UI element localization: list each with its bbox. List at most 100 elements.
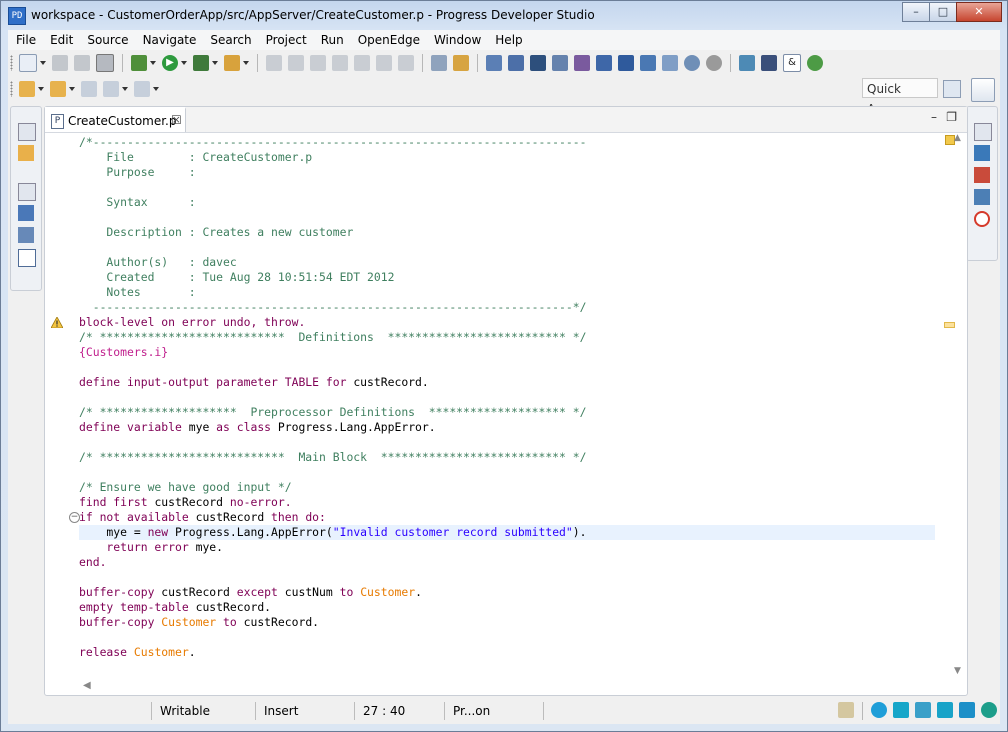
hierarchy-icon[interactable] [18, 227, 34, 243]
ampersand-icon[interactable]: & [783, 54, 801, 72]
code-line[interactable]: mye = new Progress.Lang.AppError("Invali… [79, 525, 935, 540]
compare-icon[interactable] [596, 55, 612, 71]
horizontal-scrollbar[interactable]: ◀ [79, 679, 935, 693]
save-icon[interactable] [52, 55, 68, 71]
menu-run[interactable]: Run [314, 30, 351, 50]
code-editor[interactable]: /*--------------------------------------… [79, 133, 939, 678]
run-dropdown-icon[interactable] [181, 61, 187, 65]
code-line[interactable]: /* *************************** Definitio… [79, 330, 586, 345]
sparkle-icon[interactable] [893, 702, 909, 718]
console-icon[interactable] [530, 55, 546, 71]
refactor-icon[interactable] [453, 55, 469, 71]
folder-icon[interactable] [959, 702, 975, 718]
menu-search[interactable]: Search [203, 30, 258, 50]
scroll-up-icon[interactable]: ▲ [954, 133, 961, 143]
server-status-icon[interactable] [838, 702, 854, 718]
back-icon[interactable] [103, 81, 119, 97]
toolbar-grip[interactable] [10, 81, 13, 97]
project-explorer-icon[interactable] [18, 145, 34, 161]
step-over-icon[interactable] [376, 55, 392, 71]
next-annotation-dropdown-icon[interactable] [38, 87, 44, 91]
code-line[interactable]: empty temp-table custRecord. [79, 600, 271, 615]
warning-icon[interactable] [50, 316, 64, 329]
vertical-scrollbar[interactable]: ▲ ▼ [953, 133, 963, 676]
code-line[interactable]: {Customers.i} [79, 345, 168, 360]
database-search-icon[interactable] [706, 55, 722, 71]
next-annotation-icon[interactable] [19, 81, 35, 97]
new-icon[interactable] [19, 54, 37, 72]
menu-openedge[interactable]: OpenEdge [351, 30, 427, 50]
menu-edit[interactable]: Edit [43, 30, 80, 50]
back-dropdown-icon[interactable] [122, 87, 128, 91]
code-line[interactable]: buffer-copy Customer to custRecord. [79, 615, 319, 630]
code-line[interactable]: ----------------------------------------… [79, 300, 587, 315]
format-icon[interactable] [431, 55, 447, 71]
code-line[interactable]: define variable mye as class Progress.La… [79, 420, 436, 435]
grid-icon[interactable] [486, 55, 502, 71]
close-button[interactable]: ✕ [956, 2, 1002, 22]
error-log-icon[interactable] [974, 211, 990, 227]
restore-icon[interactable] [974, 123, 992, 141]
zoom-icon[interactable] [662, 55, 678, 71]
problems-icon[interactable] [974, 167, 990, 183]
external-tools-icon[interactable] [193, 55, 209, 71]
properties-icon[interactable] [18, 249, 36, 267]
quick-access-field[interactable]: Quick Access [862, 78, 938, 116]
layout-icon[interactable] [552, 55, 568, 71]
save-all-icon[interactable] [74, 55, 90, 71]
forward-dropdown-icon[interactable] [153, 87, 159, 91]
restore-icon[interactable] [18, 183, 36, 201]
code-line[interactable]: Created : Tue Aug 28 10:51:54 EDT 2012 [79, 270, 394, 285]
minimize-editor-icon[interactable]: – [931, 110, 937, 124]
database-icon[interactable] [739, 55, 755, 71]
suspend-icon[interactable] [288, 55, 304, 71]
step-return-icon[interactable] [398, 55, 414, 71]
maximize-editor-icon[interactable]: ❐ [946, 110, 957, 124]
code-line[interactable]: buffer-copy custRecord except custNum to… [79, 585, 422, 600]
menu-source[interactable]: Source [80, 30, 135, 50]
code-line[interactable]: return error mye. [79, 540, 223, 555]
print-icon[interactable] [96, 54, 114, 72]
pen-icon[interactable] [761, 55, 777, 71]
eye-icon[interactable] [871, 702, 887, 718]
code-line[interactable]: end. [79, 555, 106, 570]
previous-annotation-dropdown-icon[interactable] [69, 87, 75, 91]
structure-icon[interactable] [640, 55, 656, 71]
globe-icon[interactable] [684, 55, 700, 71]
outline-icon[interactable] [18, 205, 34, 221]
previous-annotation-icon[interactable] [50, 81, 66, 97]
symbol-icon[interactable] [618, 55, 634, 71]
status-progress[interactable]: Pr...on [444, 702, 544, 720]
wizard-icon[interactable] [224, 55, 240, 71]
menu-file[interactable]: File [8, 30, 43, 50]
presentation-icon[interactable] [937, 702, 953, 718]
menu-help[interactable]: Help [488, 30, 529, 50]
forward-icon[interactable] [134, 81, 150, 97]
terminate-icon[interactable] [310, 55, 326, 71]
last-edit-icon[interactable] [81, 81, 97, 97]
wizard-dropdown-icon[interactable] [243, 61, 249, 65]
globe-icon[interactable] [981, 702, 997, 718]
menu-navigate[interactable]: Navigate [136, 30, 204, 50]
code-line[interactable]: Description : Creates a new customer [79, 225, 353, 240]
code-line[interactable]: /*--------------------------------------… [79, 135, 586, 150]
chart-icon[interactable] [915, 702, 931, 718]
debug-dropdown-icon[interactable] [150, 61, 156, 65]
web-icon[interactable] [807, 55, 823, 71]
tasks-icon[interactable] [974, 189, 990, 205]
disconnect-icon[interactable] [332, 55, 348, 71]
code-line[interactable]: define input-output parameter TABLE for … [79, 375, 429, 390]
openedge-perspective-icon[interactable] [971, 78, 995, 102]
restore-icon[interactable] [18, 123, 36, 141]
new-dropdown-icon[interactable] [40, 61, 46, 65]
scroll-down-icon[interactable]: ▼ [954, 666, 961, 676]
server-icon[interactable] [974, 145, 990, 161]
code-line[interactable]: Author(s) : davec [79, 255, 236, 270]
maximize-button[interactable]: □ [929, 2, 957, 22]
resume-icon[interactable] [266, 55, 282, 71]
code-line[interactable]: find first custRecord no-error. [79, 495, 292, 510]
title-bar[interactable]: PD workspace - CustomerOrderApp/src/AppS… [1, 1, 1007, 29]
code-line[interactable]: block-level on error undo, throw. [79, 315, 305, 330]
scroll-left-icon[interactable]: ◀ [83, 680, 91, 691]
search-icon[interactable] [508, 55, 524, 71]
